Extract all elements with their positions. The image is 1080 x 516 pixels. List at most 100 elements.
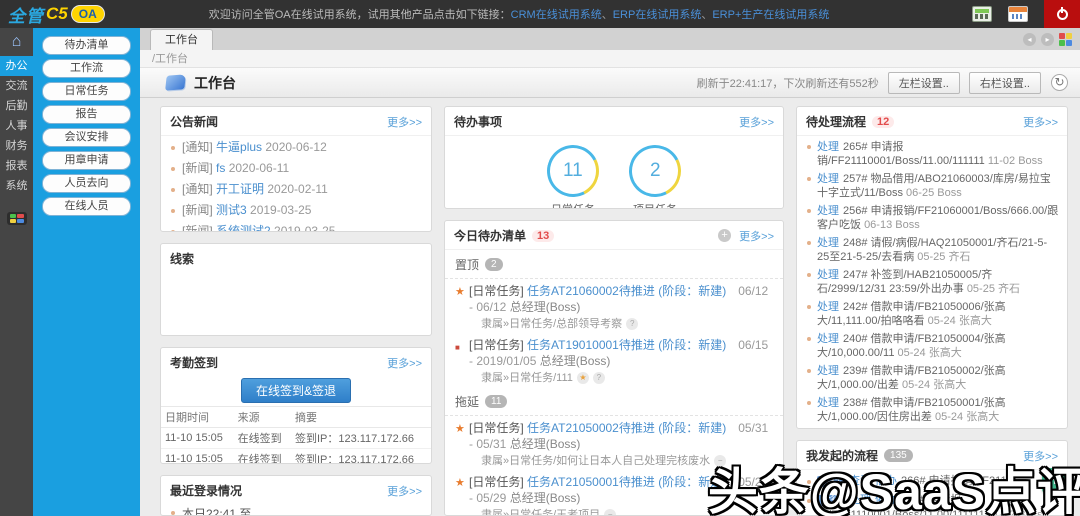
news-item[interactable]: [新闻] fs 2020-06-11 (161, 159, 431, 178)
flow-handle-link[interactable]: 处理 (817, 141, 839, 153)
news-item[interactable]: [通知] 牛逼plus 2020-06-12 (161, 138, 431, 157)
calculator-icon[interactable] (972, 6, 992, 22)
home-icon[interactable]: ⌂ (0, 28, 33, 56)
todo-item[interactable]: ■[日常任务] 任务AT19010001待推进 (阶段：新建) 06/15 - … (445, 333, 783, 387)
pending-flows-more-link[interactable]: 更多>> (1023, 114, 1058, 130)
pending-flow-item[interactable]: 处理238# 借款申请/FB21050001/张高大/1,000.00/因住房出… (797, 394, 1067, 426)
minus-icon[interactable]: − (604, 509, 616, 515)
menu-item-在线人员[interactable]: 在线人员 (42, 197, 131, 216)
topbar-link-2[interactable]: ERP在线试用系统 (613, 9, 702, 21)
todo-task-link[interactable]: 任务AT19010001待推进 (527, 338, 655, 352)
todo-category: [日常任务] (469, 284, 527, 298)
todo-item[interactable]: ★[日常任务] 任务AT21060002待推进 (阶段：新建) 06/12 - … (445, 279, 783, 333)
topbar: 全管C5OA 欢迎访问全管OA在线试用系统，试用其他产品点击如下链接：CRM在线… (0, 0, 1080, 28)
todo-stat-项目任务[interactable]: 2项目任务 (629, 145, 681, 209)
menu-item-日常任务[interactable]: 日常任务 (42, 82, 131, 101)
flow-handle-link[interactable]: 处理 (817, 173, 839, 185)
todo-owner: 总经理(Boss) (540, 354, 611, 368)
todo-section-label: 拖延 (455, 393, 479, 410)
flow-handle-link[interactable]: 处理 (817, 365, 839, 377)
topbar-link-3[interactable]: ERP+生产在线试用系统 (712, 9, 829, 21)
todo-section-置顶: 置顶2 (445, 250, 783, 279)
star-bullet-icon: ★ (455, 421, 465, 437)
flow-handle-link[interactable]: 处理 (817, 205, 839, 217)
todo-stat-日常任务[interactable]: 11日常任务 (547, 145, 599, 209)
attendance-cell: 11-10 15:05 (161, 449, 234, 465)
news-item[interactable]: [通知] 开工证明 2020-02-11 (161, 180, 431, 199)
tab-scroll-left-icon[interactable]: ◂ (1023, 33, 1036, 46)
news-title-link[interactable]: 牛逼plus (216, 140, 262, 154)
help-icon[interactable]: ? (626, 318, 638, 330)
refresh-icon[interactable]: ↻ (1051, 74, 1068, 91)
today-more-link[interactable]: 更多>> (739, 228, 774, 244)
login-more-link[interactable]: 更多>> (387, 483, 422, 499)
flow-handle-link[interactable]: 处理 (817, 237, 839, 249)
news-title-link[interactable]: fs (216, 161, 225, 175)
rail-item-人事[interactable]: 人事 (0, 116, 33, 136)
pending-flow-item[interactable]: 处理265# 申请报销/FF21110001/Boss/11.00/111111… (797, 138, 1067, 170)
tab-workbench[interactable]: 工作台 (150, 29, 213, 50)
workbench-icon (165, 74, 186, 90)
menu-item-用章申请[interactable]: 用章申请 (42, 151, 131, 170)
attendance-row[interactable]: 11-10 15:05在线签到签到IP：123.117.172.66 (161, 428, 431, 449)
app-logo[interactable]: 全管C5OA (8, 2, 104, 27)
attendance-col-header: 摘要 (291, 407, 431, 428)
welcome-text: 欢迎访问全管OA在线试用系统，试用其他产品点击如下链接：CRM在线试用系统、ER… (209, 6, 830, 22)
star-icon[interactable]: ★ (577, 372, 589, 384)
gadget-icon[interactable] (7, 212, 27, 225)
module-rail: ⌂ 办公交流后勤人事财务报表系统 (0, 28, 33, 516)
pending-flow-item[interactable]: 处理242# 借款申请/FB21050006/张高大/11,111.00/拍咯咯… (797, 298, 1067, 330)
todo-task-link[interactable]: 任务AT21060002待推进 (527, 284, 655, 298)
add-todo-icon[interactable]: + (718, 229, 731, 242)
logout-power-button[interactable] (1044, 0, 1080, 28)
flow-handle-link[interactable]: 处理 (817, 397, 839, 409)
rail-item-财务[interactable]: 财务 (0, 136, 33, 156)
pending-flow-item[interactable]: 处理240# 借款申请/FB21050004/张高大/10,000.00/11 … (797, 330, 1067, 362)
todo-task-link[interactable]: 任务AT21050002待推进 (527, 421, 655, 435)
todo-owner: 总经理(Boss) (510, 437, 581, 451)
pending-flow-item[interactable]: 处理247# 补签到/HAB21050005/齐石/2999/12/31 23:… (797, 266, 1067, 298)
news-title-link[interactable]: 测试3 (216, 203, 247, 217)
pending-flow-item[interactable]: 处理256# 申请报销/FF21060001/Boss/666.00/跟客户吃饭… (797, 202, 1067, 234)
todo-task-link[interactable]: 任务AT21050001待推进 (527, 475, 655, 489)
news-more-link[interactable]: 更多>> (387, 114, 422, 130)
checkin-checkout-button[interactable]: 在线签到&签退 (241, 378, 351, 403)
attendance-row[interactable]: 11-10 15:05在线签到签到IP：123.117.172.66 (161, 449, 431, 465)
rail-item-交流[interactable]: 交流 (0, 76, 33, 96)
attendance-panel-title: 考勤签到 (170, 354, 218, 371)
topbar-link-1[interactable]: CRM在线试用系统 (511, 9, 602, 21)
flow-handle-link[interactable]: 处理 (817, 333, 839, 345)
news-item[interactable]: [新闻] 测试3 2019-03-25 (161, 201, 431, 220)
news-title-link[interactable]: 系统测试2 (216, 224, 271, 232)
pending-flow-item[interactable]: 处理239# 借款申请/FB21050002/张高大/1,000.00/出差 0… (797, 362, 1067, 394)
calendar-icon[interactable] (1008, 6, 1028, 22)
rail-item-后勤[interactable]: 后勤 (0, 96, 33, 116)
login-time-line: 本日22:41 至 (161, 501, 431, 516)
todo-category: [日常任务] (469, 338, 527, 352)
attendance-more-link[interactable]: 更多>> (387, 355, 422, 371)
todo-stats-more-link[interactable]: 更多>> (739, 114, 774, 130)
menu-item-报告[interactable]: 报告 (42, 105, 131, 124)
menu-item-人员去向[interactable]: 人员去向 (42, 174, 131, 193)
menu-item-待办清单[interactable]: 待办清单 (42, 36, 131, 55)
news-item[interactable]: [新闻] 系统测试2 2019-03-25 (161, 222, 431, 232)
menu-item-会议安排[interactable]: 会议安排 (42, 128, 131, 147)
rail-item-系统[interactable]: 系统 (0, 176, 33, 196)
menu-item-工作流[interactable]: 工作流 (42, 59, 131, 78)
logo-text-1: 全管 (8, 2, 44, 27)
flow-handle-link[interactable]: 处理 (817, 301, 839, 313)
rail-item-报表[interactable]: 报表 (0, 156, 33, 176)
todo-section-拖延: 拖延11 (445, 387, 783, 416)
rail-item-办公[interactable]: 办公 (0, 56, 33, 76)
tab-list-icon[interactable] (1059, 33, 1072, 46)
pending-flow-item[interactable]: 处理236# 开机 05-24 Boss (797, 426, 1067, 428)
flow-handle-link[interactable]: 处理 (817, 269, 839, 281)
help-icon[interactable]: ? (593, 372, 605, 384)
right-column-settings-button[interactable]: 右栏设置.. (969, 72, 1041, 94)
tab-scroll-right-icon[interactable]: ▸ (1041, 33, 1054, 46)
left-column-settings-button[interactable]: 左栏设置.. (888, 72, 960, 94)
pending-flow-item[interactable]: 处理248# 请假/病假/HAQ21050001/齐石/21-5-25至21-5… (797, 234, 1067, 266)
flow-date-user: 05-25 齐石 (967, 283, 1020, 295)
pending-flow-item[interactable]: 处理257# 物品借用/ABO21060003/库房/易拉宝 十字立式/11/B… (797, 170, 1067, 202)
news-title-link[interactable]: 开工证明 (216, 182, 264, 196)
